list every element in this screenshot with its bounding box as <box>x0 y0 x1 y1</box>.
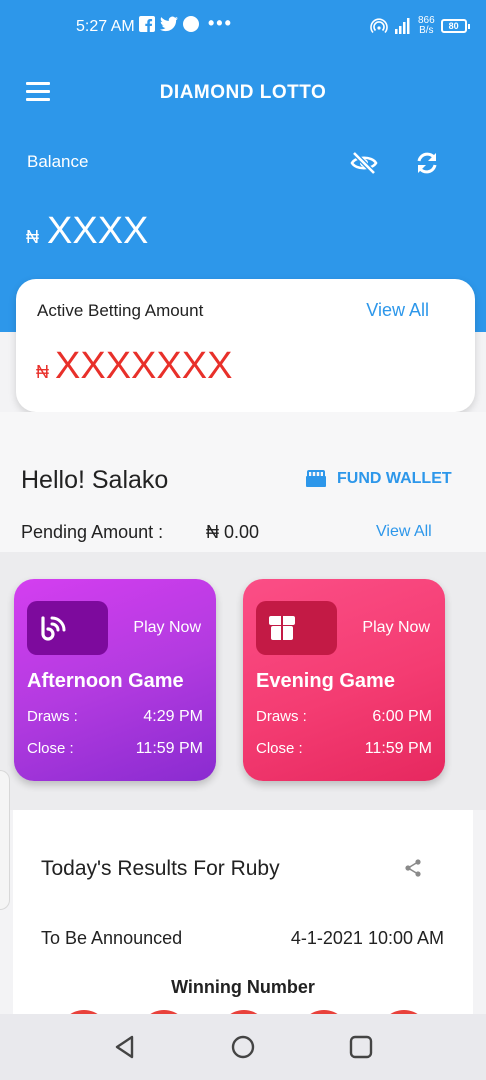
status-bar: 5:27 AM ••• 866 B/s 80 <box>0 10 486 46</box>
close-time: 11:59 PM <box>135 740 203 757</box>
view-all-link[interactable]: View All <box>366 300 429 321</box>
draws-row: Draws : 4:29 PM <box>27 708 203 726</box>
eye-off-icon[interactable] <box>350 150 378 176</box>
greeting: Hello! Salako <box>21 466 169 494</box>
game-name: Evening Game <box>256 670 395 692</box>
active-betting-amount: ₦ XXXXXXX <box>36 345 232 388</box>
facebook-icon <box>139 16 155 32</box>
app-title: DIAMOND LOTTO <box>159 82 327 103</box>
fund-wallet-button[interactable]: FUND WALLET <box>305 470 452 488</box>
balance-value: ₦ XXXX <box>26 210 148 253</box>
user-section: Hello! Salako FUND WALLET Pending Amount… <box>0 412 486 552</box>
currency-symbol: ₦ <box>26 227 39 247</box>
draws-label: Draws : <box>27 708 78 725</box>
close-time: 11:59 PM <box>364 740 432 757</box>
afternoon-game-card[interactable]: Play Now Afternoon Game Draws : 4:29 PM … <box>14 579 216 781</box>
close-label: Close : <box>27 740 74 757</box>
refresh-icon[interactable] <box>414 150 440 176</box>
betting-amount-value: XXXXXXX <box>55 345 233 387</box>
pending-amount-label: Pending Amount : <box>21 522 164 542</box>
results-status: To Be Announced <box>41 928 183 948</box>
back-icon[interactable] <box>112 1034 138 1060</box>
draws-time: 4:29 PM <box>143 708 203 725</box>
active-betting-card: Active Betting Amount View All ₦ XXXXXXX <box>16 279 475 412</box>
side-drawer-handle[interactable] <box>0 770 10 910</box>
balance-amount: XXXX <box>47 210 149 252</box>
active-betting-label: Active Betting Amount <box>37 301 204 320</box>
speed-unit: B/s <box>419 25 434 36</box>
evening-game-card[interactable]: Play Now Evening Game Draws : 6:00 PM Cl… <box>243 579 445 781</box>
fund-wallet-label: FUND WALLET <box>337 470 452 487</box>
play-now-button[interactable]: Play Now <box>362 619 430 637</box>
pending-view-all-link[interactable]: View All <box>376 523 432 541</box>
recents-icon[interactable] <box>348 1034 374 1060</box>
winning-number-label: Winning Number <box>171 977 315 997</box>
share-icon[interactable] <box>403 858 423 878</box>
draws-row: Draws : 6:00 PM <box>256 708 432 726</box>
play-now-button[interactable]: Play Now <box>133 619 201 637</box>
close-label: Close : <box>256 740 303 757</box>
status-time: 5:27 AM <box>76 18 135 35</box>
pending-amount-value: ₦ 0.00 <box>206 522 260 542</box>
close-row: Close : 11:59 PM <box>27 740 203 758</box>
signal-bars-icon <box>395 18 410 34</box>
draws-time: 6:00 PM <box>372 708 432 725</box>
signal-icon <box>41 616 66 641</box>
home-icon[interactable] <box>230 1034 256 1060</box>
currency-symbol: ₦ <box>36 362 49 382</box>
more-notifications: ••• <box>208 13 233 33</box>
twitter-icon <box>160 16 178 32</box>
system-icons: 866 B/s 80 <box>370 16 470 36</box>
notification-icons <box>139 16 199 32</box>
afternoon-icon-box <box>27 601 108 655</box>
circle-notification-icon <box>183 16 199 32</box>
games-section: Play Now Afternoon Game Draws : 4:29 PM … <box>0 552 486 810</box>
box-icon <box>269 616 295 640</box>
game-name: Afternoon Game <box>27 670 184 692</box>
results-card: Today's Results For Ruby To Be Announced… <box>13 810 473 1060</box>
hotspot-icon <box>370 18 388 34</box>
draws-label: Draws : <box>256 708 307 725</box>
network-speed: 866 B/s <box>418 16 435 36</box>
system-nav-bar <box>0 1014 486 1080</box>
battery-icon: 80 <box>440 19 470 33</box>
results-title: Today's Results For Ruby <box>41 857 280 880</box>
results-datetime: 4-1-2021 10:00 AM <box>290 928 444 948</box>
close-row: Close : 11:59 PM <box>256 740 432 758</box>
balance-label: Balance <box>27 152 89 171</box>
evening-icon-box <box>256 601 337 655</box>
wallet-icon <box>306 470 326 487</box>
